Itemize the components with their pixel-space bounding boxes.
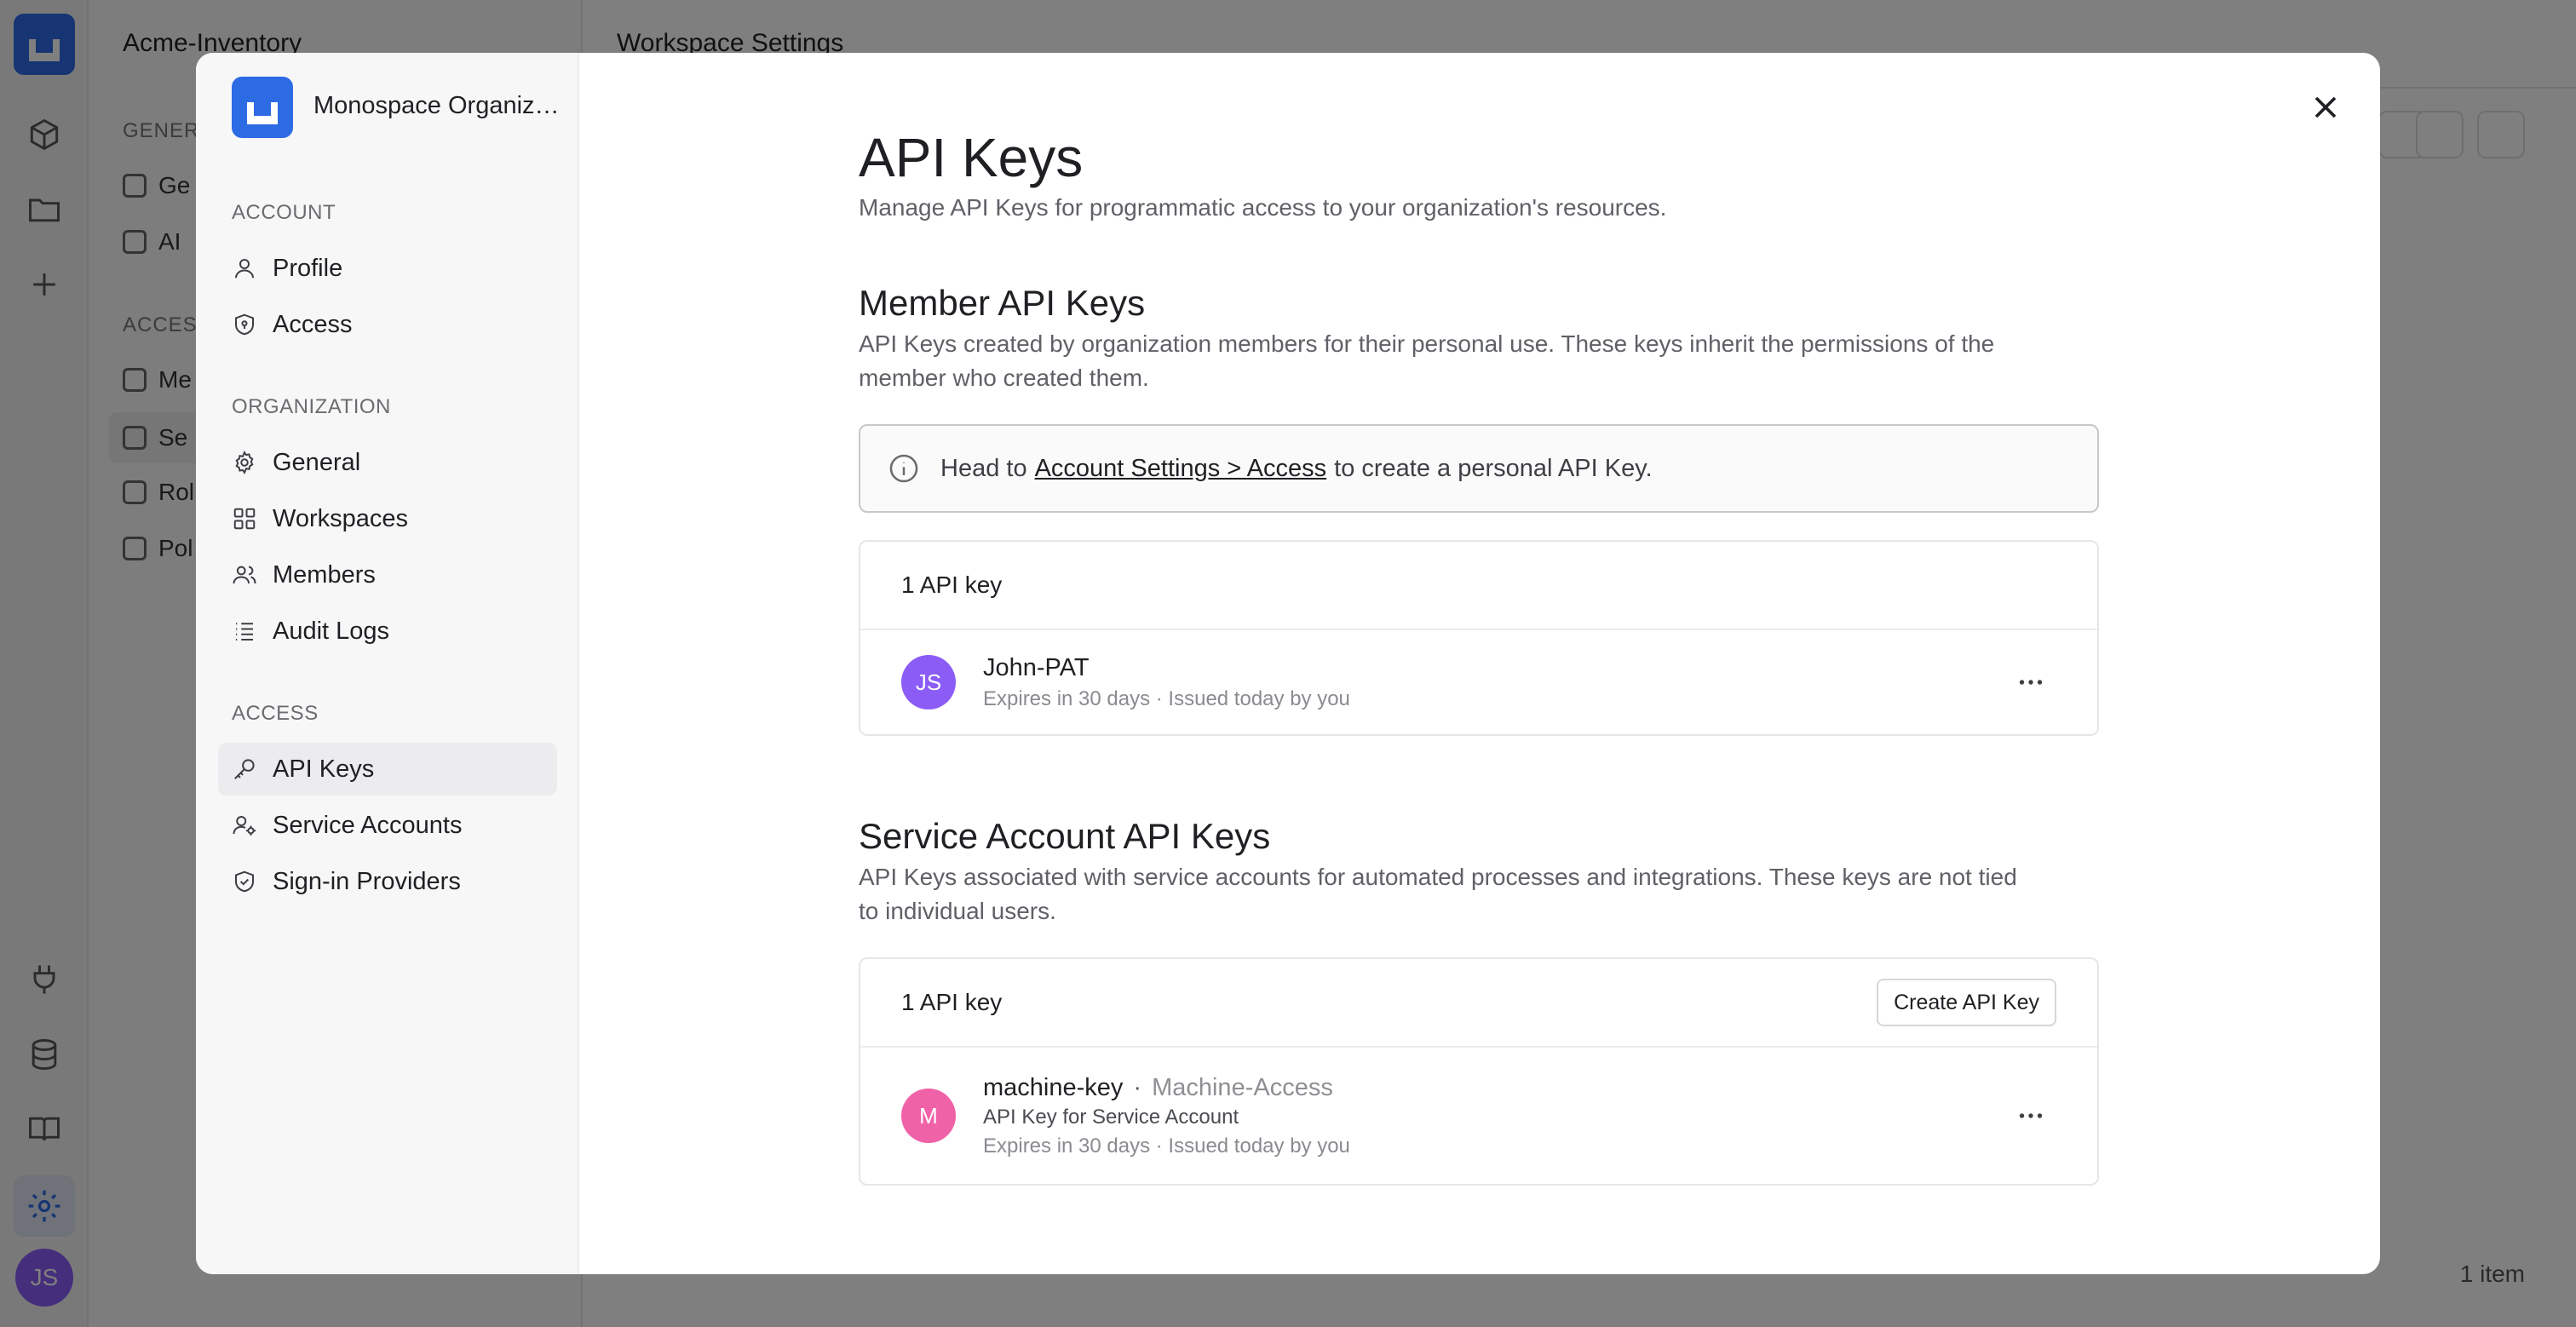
more-options-icon[interactable] [2015, 1100, 2046, 1131]
key-icon [234, 759, 255, 779]
sidebar-item-label: Sign-in Providers [273, 867, 461, 895]
user-icon [235, 259, 254, 279]
sidebar-item-workspaces[interactable]: Workspaces [218, 492, 557, 545]
service-account-name: Machine-Access [1152, 1073, 1333, 1101]
key-title: machine-key · Machine-Access [983, 1074, 1350, 1102]
info-callout: Head to Account Settings > Access to cre… [859, 424, 2099, 513]
key-name: machine-key [983, 1073, 1124, 1101]
shield-check-icon [235, 870, 254, 893]
account-settings-link[interactable]: Account Settings > Access [1035, 455, 1327, 483]
key-meta: Expires in 30 days · Issued today by you [983, 1134, 1350, 1158]
sidebar-item-label: Access [273, 310, 353, 338]
sidebar-item-audit-logs[interactable]: Audit Logs [218, 605, 557, 658]
sidebar-item-profile[interactable]: Profile [218, 242, 557, 295]
close-icon[interactable] [2307, 89, 2344, 126]
page-heading: API Keys [859, 127, 1084, 188]
list-icon [236, 623, 253, 641]
create-api-key-button[interactable]: Create API Key [1877, 979, 2056, 1026]
sidebar-section-account: ACCOUNT [232, 201, 336, 224]
sidebar-section-access: ACCESS [232, 702, 319, 725]
key-meta: Expires in 30 days · Issued today by you [983, 686, 1350, 710]
member-keys-count: 1 API key [860, 542, 2097, 630]
sidebar-item-sign-in-providers[interactable]: Sign-in Providers [218, 855, 557, 908]
key-name: John-PAT [983, 653, 1090, 681]
service-keys-heading: Service Account API Keys [859, 816, 1271, 856]
avatar: M [901, 1089, 956, 1143]
sidebar-item-label: Profile [273, 254, 343, 282]
sidebar-item-general[interactable]: General [218, 436, 557, 489]
users-icon [233, 566, 256, 584]
gear-icon [235, 451, 254, 474]
sidebar-item-label: Audit Logs [273, 617, 390, 645]
callout-suffix: to create a personal API Key. [1334, 454, 1653, 482]
callout-prefix: Head to [940, 454, 1027, 482]
grid-icon [233, 508, 256, 530]
sidebar-item-label: Service Accounts [273, 811, 463, 839]
shield-lock-icon [235, 313, 254, 336]
service-account-icon [233, 816, 256, 836]
settings-modal: Monospace Organization ACCOUNT Profile A… [196, 53, 2380, 1274]
member-keys-description: API Keys created by organization members… [859, 330, 1995, 391]
sidebar-item-service-accounts[interactable]: Service Accounts [218, 799, 557, 852]
separator: · [1133, 1073, 1142, 1101]
member-keys-card: 1 API key JS John-PAT Expires in 30 days… [859, 540, 2099, 736]
sidebar-item-label: API Keys [273, 755, 375, 783]
service-keys-description: API Keys associated with service account… [859, 864, 2017, 924]
org-logo [232, 77, 293, 138]
sidebar-item-api-keys[interactable]: API Keys [218, 743, 557, 796]
list-item[interactable]: JS John-PAT Expires in 30 days · Issued … [860, 630, 2097, 734]
service-keys-header: 1 API key Create API Key [860, 959, 2097, 1048]
sidebar-item-label: Members [273, 560, 376, 589]
org-name: Monospace Organization [313, 92, 561, 119]
member-keys-heading: Member API Keys [859, 283, 1146, 323]
sidebar-item-access[interactable]: Access [218, 298, 557, 351]
count-label: 1 API key [901, 989, 1003, 1015]
page-subtitle: Manage API Keys for programmatic access … [859, 194, 1667, 221]
avatar: JS [901, 655, 956, 709]
sidebar-item-members[interactable]: Members [218, 549, 557, 601]
count-label: 1 API key [901, 572, 1003, 598]
modal-sidebar: Monospace Organization ACCOUNT Profile A… [196, 53, 579, 1274]
key-description: API Key for Service Account [983, 1105, 1239, 1129]
service-keys-card: 1 API key Create API Key M machine-key · M… [859, 957, 2099, 1186]
info-icon [889, 454, 918, 483]
sidebar-item-label: Workspaces [273, 504, 409, 532]
more-options-icon[interactable] [2015, 667, 2046, 698]
list-item[interactable]: M machine-key · Machine-Access API Key for… [860, 1048, 2097, 1184]
sidebar-item-label: General [273, 448, 361, 476]
sidebar-section-organization: ORGANIZATION [232, 395, 391, 418]
